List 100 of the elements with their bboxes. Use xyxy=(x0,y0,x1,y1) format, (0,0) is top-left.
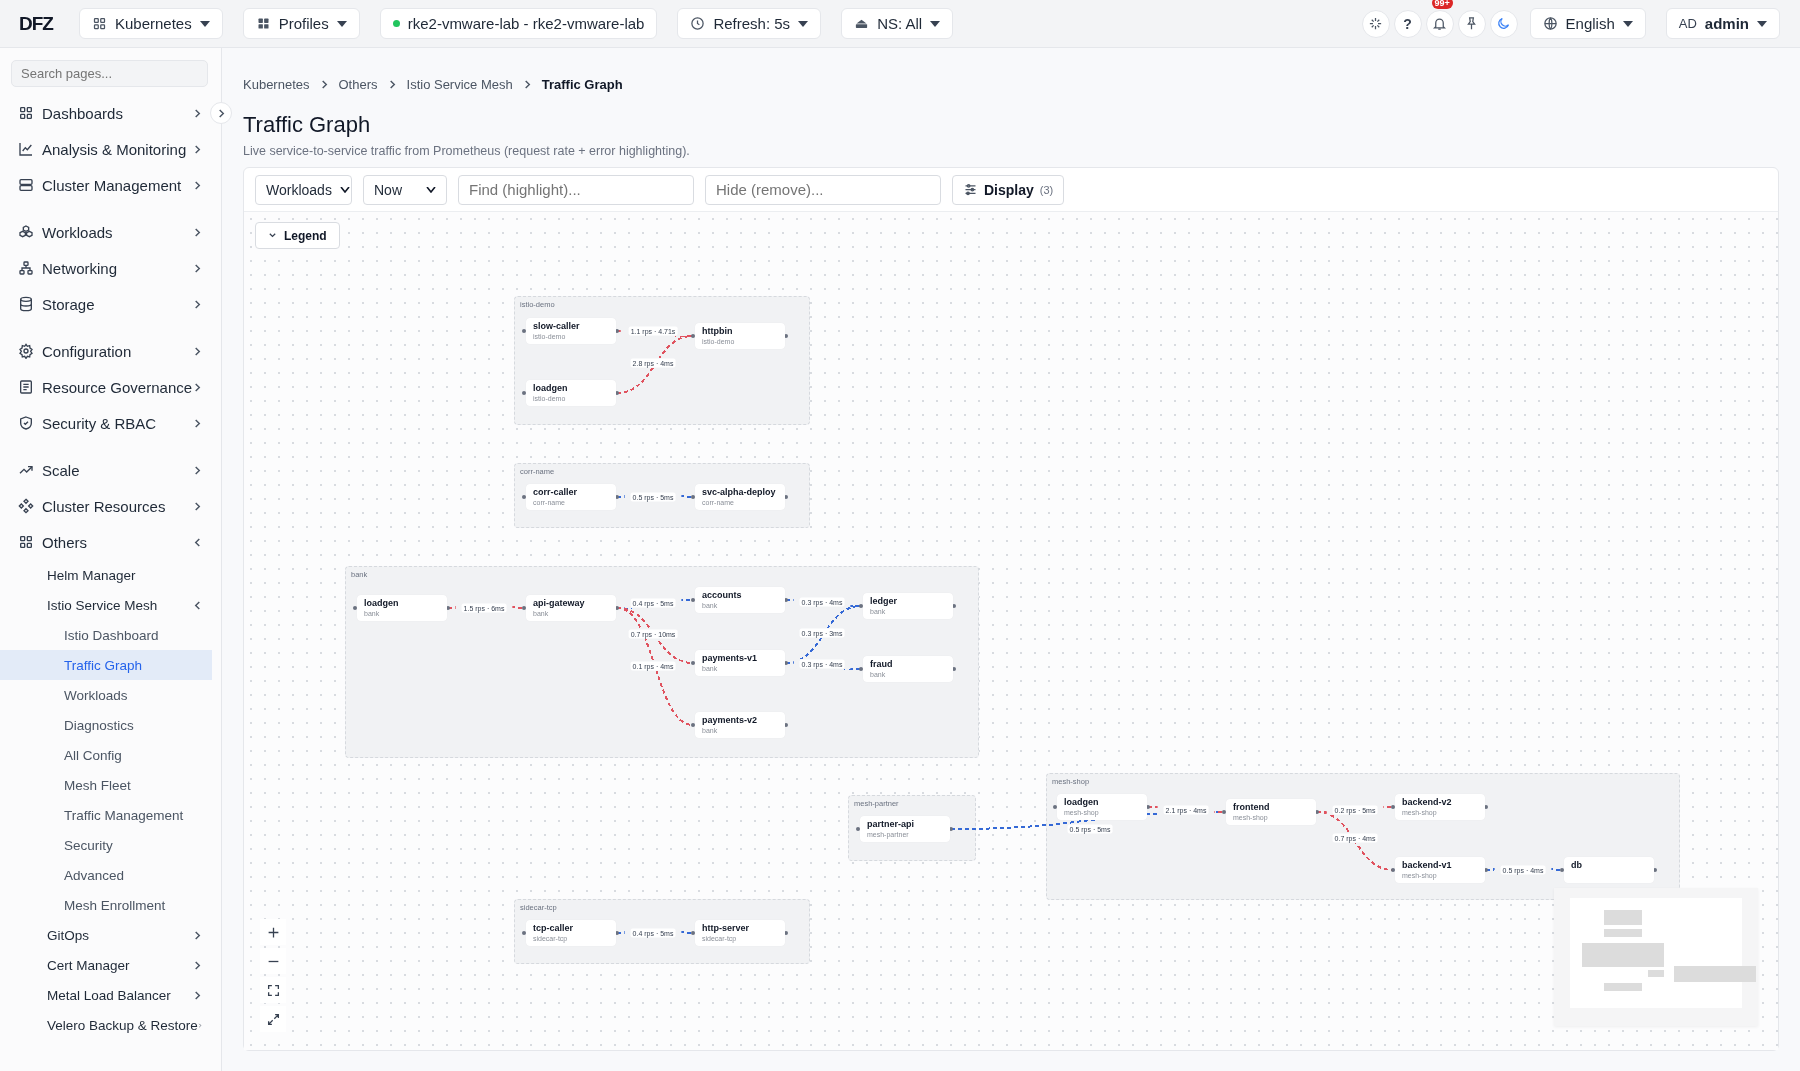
nav-item[interactable]: Workloads xyxy=(0,680,212,710)
nav-item[interactable]: GitOps xyxy=(0,920,212,950)
port-dot xyxy=(691,723,695,727)
network-icon xyxy=(18,260,34,276)
nav-item[interactable]: Storage xyxy=(0,286,212,322)
language-dropdown[interactable]: English xyxy=(1529,8,1646,39)
node-name: api-gateway xyxy=(533,598,586,609)
database-icon xyxy=(18,296,34,312)
hide-field[interactable]: Hide (remove)... xyxy=(705,174,941,205)
node-name: backend-v1 xyxy=(1402,860,1453,871)
node-name: http-server xyxy=(702,923,750,934)
nav-item[interactable]: Cert Manager xyxy=(0,950,212,980)
plus-icon xyxy=(266,925,280,939)
nav-item[interactable]: Istio Dashboard xyxy=(0,620,212,650)
node-name: accounts xyxy=(702,590,743,601)
shield-icon xyxy=(18,415,34,431)
cluster-dropdown[interactable]: Kubernetes xyxy=(78,8,223,39)
clock-icon xyxy=(690,16,706,31)
nav-item[interactable]: Traffic Graph xyxy=(0,650,212,680)
pin-button[interactable] xyxy=(1457,9,1486,38)
nav-item[interactable]: Diagnostics xyxy=(0,710,212,740)
sliders-icon xyxy=(963,182,978,197)
nav-item[interactable]: Cluster Resources xyxy=(0,488,212,524)
port-dot xyxy=(1560,868,1564,872)
theme-button[interactable] xyxy=(1489,9,1518,38)
user-menu[interactable]: AD admin xyxy=(1665,8,1780,39)
nav-item[interactable]: Cluster Management xyxy=(0,167,212,203)
time-range-select[interactable]: Now xyxy=(363,174,447,205)
bell-icon xyxy=(1432,16,1448,31)
corners-icon xyxy=(266,983,280,997)
caret-icon xyxy=(336,20,347,27)
node-name: payments-v2 xyxy=(702,715,759,726)
caret-icon xyxy=(199,20,210,27)
view-select[interactable]: Workloads xyxy=(255,174,352,205)
nav-item[interactable]: Metal Load Balancer xyxy=(0,980,212,1010)
nav-item[interactable]: Dashboards xyxy=(0,95,212,131)
sparkle-icon xyxy=(1368,16,1384,31)
nav-item[interactable]: Security & RBAC xyxy=(0,405,212,441)
help-button[interactable]: ? xyxy=(1393,9,1422,38)
node-name: ledger xyxy=(870,596,898,607)
sparkle-button[interactable] xyxy=(1361,9,1390,38)
user-name: admin xyxy=(1704,15,1749,32)
notification-badge: 99+ xyxy=(1431,0,1453,9)
nav-item[interactable]: Resource Governance xyxy=(0,369,212,405)
nav-item[interactable]: Workloads xyxy=(0,214,212,250)
logo[interactable]: DFZ xyxy=(19,12,53,35)
nav-item[interactable]: Traffic Management xyxy=(0,800,212,830)
node-name: db xyxy=(1571,860,1583,871)
display-button[interactable]: Display (3) xyxy=(952,174,1065,205)
user-initials: AD xyxy=(1678,16,1697,31)
nav-item[interactable]: Advanced xyxy=(0,860,212,890)
service-node[interactable]: db xyxy=(1564,857,1654,883)
nav-item[interactable]: Others xyxy=(0,524,212,560)
chevron-icon xyxy=(268,231,277,240)
chevron-icon xyxy=(387,80,397,89)
diamonds-icon xyxy=(18,498,34,514)
port-dot xyxy=(1391,805,1395,809)
caret-icon xyxy=(1622,20,1633,27)
node-name: payments-v1 xyxy=(702,653,759,664)
port-dot xyxy=(522,606,526,610)
notifications-button[interactable] xyxy=(1425,9,1454,38)
node-name: svc-alpha-deploy xyxy=(702,487,777,498)
port-dot xyxy=(691,931,695,935)
collapse-button[interactable] xyxy=(210,102,232,124)
node-name: tcp-caller xyxy=(533,923,575,934)
page-title: Traffic Graph xyxy=(243,112,372,138)
chevron-icon xyxy=(522,80,532,89)
caret-icon xyxy=(426,186,436,193)
namespace-dropdown[interactable]: NS: All xyxy=(841,8,954,39)
nav-item[interactable]: Analysis & Monitoring xyxy=(0,131,212,167)
node-name: loadgen xyxy=(1064,797,1100,808)
context-selector[interactable]: rke2-vmware-lab - rke2-vmware-lab xyxy=(379,8,658,39)
node-name: httpbin xyxy=(702,326,734,337)
search-field[interactable]: Search pages... xyxy=(11,60,208,87)
expand-icon xyxy=(266,1012,280,1026)
nav-item[interactable]: Istio Service Mesh xyxy=(0,590,212,620)
nav-item[interactable]: Mesh Fleet xyxy=(0,770,212,800)
port-dot xyxy=(1222,810,1226,814)
moon-icon xyxy=(1496,16,1512,31)
refresh-dropdown[interactable]: Refresh: 5s xyxy=(677,8,822,39)
nav-item[interactable]: Networking xyxy=(0,250,212,286)
port-dot xyxy=(353,606,357,610)
breadcrumb-link[interactable]: Kubernetes xyxy=(243,77,310,92)
nav-item[interactable]: Configuration xyxy=(0,333,212,369)
nav-item[interactable]: Mesh Enrollment xyxy=(0,890,212,920)
nav-item[interactable]: Helm Manager xyxy=(0,560,212,590)
breadcrumb-link[interactable]: Others xyxy=(338,77,378,92)
port-dot xyxy=(522,931,526,935)
breadcrumb-link[interactable]: Istio Service Mesh xyxy=(406,77,513,92)
find-field[interactable]: Find (highlight)... xyxy=(458,174,694,205)
port-dot xyxy=(1391,868,1395,872)
nav-item[interactable]: Scale xyxy=(0,452,212,488)
nav-item[interactable]: All Config xyxy=(0,740,212,770)
node-name: slow-caller xyxy=(533,321,581,332)
nav-item[interactable]: Velero Backup & Restore xyxy=(0,1010,212,1040)
profiles-dropdown[interactable]: Profiles xyxy=(242,8,360,39)
legend-button[interactable]: Legend xyxy=(255,222,340,249)
node-name: loadgen xyxy=(364,598,400,609)
nav-item[interactable]: Security xyxy=(0,830,212,860)
port-dot xyxy=(691,334,695,338)
